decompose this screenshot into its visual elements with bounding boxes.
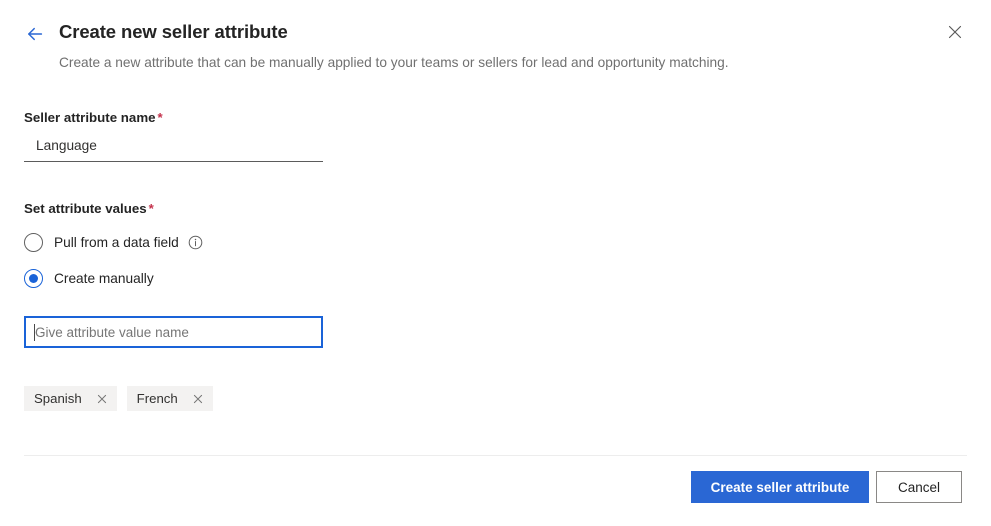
panel-footer: Create seller attribute Cancel — [0, 456, 991, 526]
attribute-value-input[interactable] — [26, 318, 321, 346]
set-attribute-values-label: Set attribute values* — [24, 201, 154, 216]
radio-label-pull-from-data-field: Pull from a data field — [54, 235, 179, 250]
radio-option-create-manually[interactable]: Create manually — [24, 267, 154, 289]
radio-label-create-manually: Create manually — [54, 271, 154, 286]
list-item[interactable]: French — [127, 386, 213, 411]
chip-label: French — [137, 391, 178, 406]
close-icon — [946, 23, 964, 41]
seller-attribute-name-label-text: Seller attribute name — [24, 110, 156, 125]
radio-button-unselected[interactable] — [24, 233, 43, 252]
radio-option-pull-from-data-field[interactable]: Pull from a data field — [24, 231, 203, 253]
set-attribute-values-label-text: Set attribute values — [24, 201, 147, 216]
arrow-left-icon — [25, 24, 45, 44]
attribute-value-input-container[interactable] — [24, 316, 323, 348]
panel-header: Create new seller attribute Create a new… — [0, 0, 991, 92]
attribute-value-chip-list: Spanish French — [24, 386, 213, 411]
radio-button-selected[interactable] — [24, 269, 43, 288]
text-caret — [34, 324, 35, 341]
chip-label: Spanish — [34, 391, 82, 406]
create-seller-attribute-button[interactable]: Create seller attribute — [691, 471, 869, 503]
info-circle-icon[interactable] — [188, 235, 203, 250]
form-body: Seller attribute name* Set attribute val… — [0, 92, 991, 448]
list-item[interactable]: Spanish — [24, 386, 117, 411]
page-title: Create new seller attribute — [59, 21, 288, 43]
create-seller-attribute-panel: Create new seller attribute Create a new… — [0, 0, 991, 526]
required-indicator: * — [158, 110, 163, 125]
back-button[interactable] — [20, 19, 50, 49]
page-subtitle: Create a new attribute that can be manua… — [59, 55, 729, 70]
close-button[interactable] — [939, 16, 971, 48]
close-icon[interactable] — [94, 391, 110, 407]
cancel-button[interactable]: Cancel — [876, 471, 962, 503]
seller-attribute-name-input[interactable] — [24, 133, 323, 162]
seller-attribute-name-label: Seller attribute name* — [24, 110, 163, 125]
close-icon[interactable] — [190, 391, 206, 407]
required-indicator: * — [149, 201, 154, 216]
